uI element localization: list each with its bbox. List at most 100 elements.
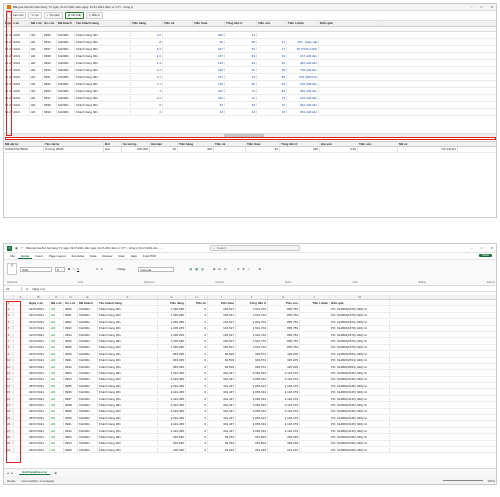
sheet-cell[interactable]: 332,447 <box>208 415 236 420</box>
sheet-cell[interactable]: Khách hàng 001 <box>98 390 158 395</box>
sheet-cell[interactable]: 1,305,205 <box>158 326 186 331</box>
sheet-cell[interactable]: 0 <box>186 434 208 439</box>
sheet-cell[interactable]: PO: 612800(2654); ĐMy từ <box>330 351 390 356</box>
table-row[interactable]: 31-07-2021 HD 9996 KH0001 Khách hàng 001 8 82 8… <box>4 39 496 46</box>
sheet-cell[interactable]: 325,205 <box>268 351 300 356</box>
column-header[interactable]: Ngày c.từ <box>4 21 30 26</box>
sheet-cell[interactable]: 9995 <box>64 339 78 344</box>
row-number[interactable]: 24 <box>4 447 14 452</box>
sheet-cell[interactable]: 332,447 <box>208 377 236 382</box>
search-button[interactable]: ⌕ Tìm kiếm <box>43 12 63 19</box>
sheet-header-cell[interactable]: Tiền thuế <box>208 300 236 305</box>
sheet-cell[interactable]: Khách hàng 001 <box>98 351 158 356</box>
sheet-cell[interactable]: 805,756 <box>268 313 300 318</box>
sheet-cell[interactable]: 3,324,465 <box>158 370 186 375</box>
sheet-cell[interactable]: 23,004 <box>208 447 236 452</box>
sheet-cell[interactable]: 3,656,912 <box>236 370 268 375</box>
sheet-cell[interactable]: 0 <box>186 364 208 369</box>
sheet-cell[interactable]: 0 <box>186 319 208 324</box>
sheet-cell[interactable]: Khách hàng 001 <box>98 370 158 375</box>
column-letter[interactable]: K <box>268 295 300 299</box>
detail-column-header[interactable]: Đvt <box>104 142 122 146</box>
sheet-cell[interactable]: 9992 <box>64 364 78 369</box>
sheet-cell[interactable]: HD <box>50 396 64 401</box>
sheet-cell[interactable]: KH0001 <box>78 358 98 363</box>
accessibility-status[interactable]: Accessibility: Investigate <box>22 479 55 483</box>
sheet-cell[interactable]: HD <box>50 319 64 324</box>
sheet-cell[interactable]: 9991 <box>64 358 78 363</box>
sheet-header-cell[interactable]: Tiền hàng <box>158 300 186 305</box>
row-number[interactable]: 16 <box>4 396 14 401</box>
ribbon-tab-insert[interactable]: Insert <box>32 254 46 258</box>
column-header[interactable]: Mã c.từ <box>30 21 43 26</box>
sheet-cell[interactable]: PO: 612800(1870); ĐMy từ <box>330 319 390 324</box>
sheet-cell[interactable]: 9994 <box>64 441 78 446</box>
row-number[interactable]: 17 <box>4 402 14 407</box>
column-letter[interactable]: B <box>28 295 50 299</box>
sheet-header-cell[interactable]: Tiền l.nhận <box>300 300 330 305</box>
select-all-corner[interactable] <box>4 295 14 299</box>
sheet-cell[interactable]: 03/07/2021 <box>28 396 50 401</box>
sheet-cell[interactable]: 01/07/2021 <box>28 332 50 337</box>
sheet-cell[interactable]: 03/07/2021 <box>28 441 50 446</box>
sheet-cell[interactable]: Khách hàng 001 <box>98 409 158 414</box>
sheet-cell[interactable]: Khách hàng 001 <box>98 415 158 420</box>
sheet-cell[interactable]: 03/07/2021 <box>28 447 50 452</box>
sheet-cell[interactable]: PO: 612800(1095); ĐMy từ <box>330 447 390 452</box>
sheet-cell[interactable]: 396,238 <box>268 441 300 446</box>
row-number[interactable]: 14 <box>4 383 14 388</box>
sheet-cell[interactable]: 9993 <box>64 326 78 331</box>
wrap-text-button[interactable]: ⤶ Wrap <box>116 267 126 271</box>
sheet-cell[interactable]: 805,756 <box>268 345 300 350</box>
sheet-cell[interactable]: 9992 <box>64 428 78 433</box>
sheet-cell[interactable]: 3,324,465 <box>158 428 186 433</box>
sort-filter-icon[interactable]: ⇅ <box>242 267 245 271</box>
sheet-cell[interactable]: 929,572 <box>236 364 268 369</box>
table-row[interactable]: 31-07-2021 HD 9995 KH0001 Khách hàng 001 2,6 2… <box>4 32 496 39</box>
sheet-cell[interactable]: 0 <box>186 332 208 337</box>
sheet-cell[interactable]: PO: 612800(1870); ĐMy từ <box>330 313 390 318</box>
sheet-cell[interactable]: 213,210 <box>268 447 300 452</box>
sheet-cell[interactable]: KH0001 <box>78 332 98 337</box>
column-letter[interactable]: L <box>300 295 330 299</box>
sheet-cell[interactable]: 03/07/2021 <box>28 402 50 407</box>
sheet-cell[interactable]: 9990 <box>64 307 78 312</box>
sheet-cell[interactable]: 03/07/2021 <box>28 415 50 420</box>
sheet-cell[interactable]: 136,527 <box>208 313 236 318</box>
sheet-cell[interactable]: 0 <box>186 377 208 382</box>
ribbon-tab-foxit-pdf[interactable]: Foxit PDF <box>140 254 159 258</box>
column-header[interactable]: Số c.từ <box>43 21 57 26</box>
sheet-cell[interactable]: 332,447 <box>208 390 236 395</box>
sheet-cell[interactable]: 3,656,912 <box>236 428 268 433</box>
sheet-cell[interactable]: 03/07/2021 <box>28 370 50 375</box>
sheet-cell[interactable]: 3,324,465 <box>158 390 186 395</box>
ribbon-tab-file[interactable]: File <box>7 254 18 258</box>
row-number[interactable]: 4 <box>4 319 14 324</box>
table-row[interactable]: 31-07-2021 HD 9997 KH0001 Khách hàng 001 6,2 6… <box>4 46 496 53</box>
table-row[interactable]: 31-07-2021 HD 9999 KH0001 Khách hàng 001 1,3 1… <box>4 60 496 67</box>
sheet-cell[interactable]: 332,447 <box>208 428 236 433</box>
sheet-cell[interactable]: 0 <box>186 339 208 344</box>
sheet-cell[interactable]: 130,527 <box>208 326 236 331</box>
column-header[interactable]: Tổng tiền tt <box>225 21 257 26</box>
sheet-nav-next-icon[interactable]: ▸ <box>12 471 14 475</box>
align-center-icon[interactable]: ≡ <box>101 267 103 271</box>
sheet-cell[interactable]: 0 <box>186 326 208 331</box>
print-button[interactable]: ⎙ Mẫu in <box>85 12 103 19</box>
table-row[interactable]: 31-07-2021 HD 9993 KH0001 Khách hàng 001 3 331… <box>4 88 496 95</box>
sheet-cell[interactable]: PO: 612800(1870); ĐMy từ <box>330 332 390 337</box>
sheet-cell[interactable]: 3,324,465 <box>158 396 186 401</box>
find-select-icon[interactable]: ⌕ <box>248 267 250 271</box>
table-row[interactable]: 31-07-2021 HD 9992 KH0001 Khách hàng 001 1,1 1… <box>4 81 496 88</box>
sheet-cell[interactable]: 592,545 <box>158 434 186 439</box>
ribbon-tab-view[interactable]: View <box>115 254 127 258</box>
sheet-cell[interactable]: 0 <box>186 415 208 420</box>
sheet-cell[interactable]: 3,324,465 <box>158 402 186 407</box>
sheet-cell[interactable]: 651,804 <box>236 434 268 439</box>
sheet-cell[interactable]: 9992 <box>64 319 78 324</box>
zoom-slider[interactable] <box>443 480 484 481</box>
sheet-cell[interactable]: HD <box>50 415 64 420</box>
sheet-cell[interactable]: PO: 612800(1095); ĐMy từ <box>330 441 390 446</box>
sheet-header-cell[interactable]: Tổng tiền tt <box>236 300 268 305</box>
sheet-cell[interactable]: 01/07/2021 <box>28 319 50 324</box>
